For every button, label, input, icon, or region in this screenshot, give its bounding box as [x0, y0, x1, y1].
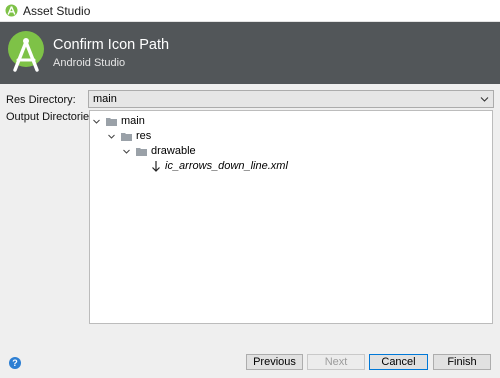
- folder-icon: [136, 147, 147, 156]
- tree-node-res[interactable]: res: [107, 129, 151, 143]
- res-directory-label: Res Directory:: [6, 94, 76, 106]
- dialog-header: Confirm Icon Path Android Studio: [0, 22, 500, 84]
- next-button[interactable]: Next: [307, 354, 365, 370]
- chevron-down-icon: [480, 97, 489, 102]
- title-bar: Asset Studio: [0, 0, 500, 22]
- header-title: Confirm Icon Path: [53, 37, 170, 53]
- tree-node-file[interactable]: ic_arrows_down_line.xml: [151, 159, 288, 173]
- chevron-down-icon[interactable]: [107, 132, 116, 141]
- res-directory-dropdown[interactable]: main: [88, 90, 494, 108]
- android-studio-app-icon: [5, 4, 18, 17]
- tree-node-label: main: [121, 115, 145, 127]
- output-directories-label: Output Directories:: [6, 111, 98, 123]
- tree-node-label: res: [136, 130, 152, 142]
- cancel-button[interactable]: Cancel: [369, 354, 428, 370]
- chevron-down-icon[interactable]: [122, 147, 131, 156]
- header-subtitle: Android Studio: [53, 57, 126, 69]
- finish-button[interactable]: Finish: [433, 354, 491, 370]
- folder-icon: [121, 132, 132, 141]
- res-directory-value: main: [93, 93, 117, 105]
- help-button[interactable]: ?: [9, 357, 21, 369]
- arrow-down-icon: [152, 161, 160, 172]
- dialog-content: Res Directory: main Output Directories: …: [0, 84, 500, 378]
- output-directories-tree[interactable]: main res drawable ic_arrows_down_line.xm…: [89, 110, 493, 324]
- tree-node-drawable[interactable]: drawable: [122, 144, 196, 158]
- android-studio-logo-icon: [8, 31, 44, 72]
- tree-node-label: drawable: [151, 145, 196, 157]
- folder-icon: [106, 117, 117, 126]
- tree-node-main[interactable]: main: [92, 114, 145, 128]
- chevron-down-icon[interactable]: [92, 117, 101, 126]
- tree-node-label: ic_arrows_down_line.xml: [165, 160, 288, 172]
- previous-button[interactable]: Previous: [246, 354, 303, 370]
- window-title: Asset Studio: [23, 3, 91, 18]
